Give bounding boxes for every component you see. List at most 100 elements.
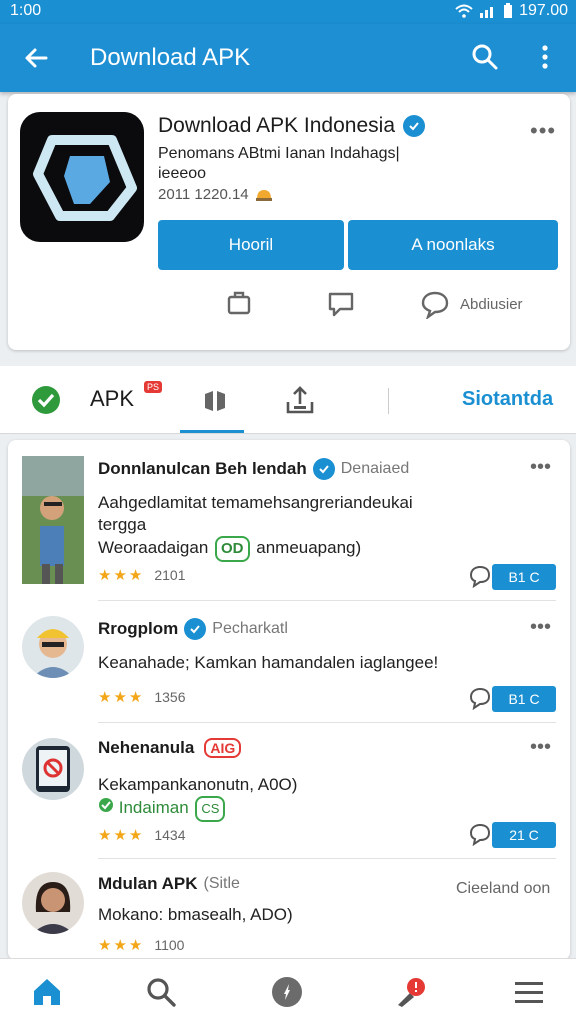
wifi-icon: [455, 4, 473, 18]
tab-divider: [388, 388, 389, 414]
star-rating: ★ ★ ★ 2101: [98, 566, 186, 584]
check-circle-icon[interactable]: [30, 384, 62, 416]
list-item[interactable]: Donnlanulcan Beh lendah Denaiaed ••• Aah…: [8, 440, 570, 602]
list-item[interactable]: Mdulan APK (Sitle Cieeland oon Mokano: b…: [8, 860, 570, 960]
tab-apk[interactable]: APK: [90, 386, 134, 412]
star-icon: ★: [98, 937, 112, 954]
item-body-line1: Mokano: bmasealh, ADO): [98, 905, 293, 924]
list-item[interactable]: Rrogplom Pecharkatl ••• Keanahade; Kamka…: [8, 602, 570, 724]
bottom-navigation: [0, 958, 576, 1024]
star-icon: ★: [128, 567, 143, 584]
avatar: [22, 738, 84, 800]
item-photo: [22, 456, 84, 584]
more-horizontal-icon[interactable]: •••: [530, 616, 551, 639]
divider: [98, 858, 556, 859]
item-body: Aahgedlamitat temamehsangreriandeukai te…: [98, 492, 438, 562]
comment-action-label: Abdiusier: [460, 295, 523, 313]
more-horizontal-icon[interactable]: •••: [530, 118, 556, 144]
item-title: Rrogplom Pecharkatl: [98, 618, 288, 640]
item-body-line1: Kekampankanonutn, A0O): [98, 775, 298, 794]
item-body-line1: Keanahade; Kamkan hamandalen iaglangee!: [98, 653, 439, 672]
item-subtitle: (Sitle: [203, 875, 240, 892]
star-icon: ★: [113, 937, 127, 954]
battery-level: 197.00: [519, 2, 568, 19]
menu-icon[interactable]: [512, 975, 546, 1009]
tab-active-indicator: [180, 430, 244, 433]
item-body-line1: Aahgedlamitat temamehsangreriandeukai: [98, 493, 413, 512]
star-icon: ★: [113, 689, 127, 706]
item-title: Mdulan APK (Sitle: [98, 874, 240, 894]
item-red-badge: AIG: [204, 738, 242, 758]
item-body-line3b: anmeuapang): [256, 538, 362, 557]
rating-count: 1356: [154, 689, 186, 705]
arrow-left-icon[interactable]: [20, 42, 52, 74]
app-logo-icon: [33, 135, 137, 221]
search-icon[interactable]: [470, 42, 500, 72]
reply-icon[interactable]: [468, 564, 492, 588]
install-button[interactable]: Hooril: [158, 220, 344, 270]
signal-icon: [480, 7, 494, 18]
verified-badge-icon: [403, 115, 425, 137]
app-name: Download APK Indonesia: [158, 114, 425, 138]
rating-count: 1434: [154, 827, 186, 843]
app-description-line2: ieeeoo: [158, 165, 207, 182]
home-icon[interactable]: [30, 975, 64, 1009]
divider: [98, 600, 556, 601]
chat-icon: [328, 292, 354, 317]
star-rating: ★ ★ ★ 1356: [98, 688, 186, 706]
app-description: Penomans ABtmi Ianan Indahags| ieeeoo: [158, 144, 468, 184]
tab-apk-badge: PS: [144, 381, 163, 393]
notification-icon[interactable]: [394, 975, 428, 1009]
app-name-text: Download APK Indonesia: [158, 114, 395, 137]
avatar: [22, 616, 84, 678]
share-action[interactable]: [224, 286, 254, 322]
reply-icon[interactable]: [468, 686, 492, 710]
verified-badge-icon: [312, 458, 335, 480]
star-icon: ★: [113, 567, 127, 584]
page-title: Download APK: [90, 44, 251, 71]
item-name: Rrogplom: [98, 619, 179, 638]
review-list: Donnlanulcan Beh lendah Denaiaed ••• Aah…: [8, 440, 570, 960]
star-icon: ★: [98, 567, 112, 584]
app-meta-text: 2011 1220.14: [158, 186, 249, 203]
app-bar: Download APK: [0, 24, 576, 92]
compass-icon[interactable]: [270, 975, 304, 1009]
app-meta: 2011 1220.14: [158, 186, 273, 203]
chat-action[interactable]: [326, 286, 356, 322]
item-body-line2-text: Indaiman: [118, 798, 189, 817]
helmet-icon: [255, 189, 272, 201]
share-icon: [227, 291, 251, 315]
reply-count-button[interactable]: B1 C: [492, 686, 556, 712]
item-body-line3: Weoraadaigan: [98, 538, 209, 557]
divider: [98, 722, 556, 723]
star-rating: ★ ★ ★ 1434: [98, 826, 186, 844]
item-subtitle: Pecharkatl: [212, 620, 288, 637]
more-horizontal-icon[interactable]: •••: [530, 736, 551, 759]
app-icon: [20, 112, 144, 242]
reply-count-button[interactable]: 21 C: [492, 822, 556, 848]
status-bar: 1:00 197.00: [0, 0, 576, 24]
item-green-badge: OD: [215, 536, 250, 562]
reply-icon[interactable]: [468, 822, 492, 846]
status-icons: 197.00: [455, 2, 568, 20]
tab-books-icon[interactable]: [200, 386, 230, 416]
tab-upload-icon[interactable]: [284, 384, 316, 416]
checkmark-icon: [99, 798, 113, 812]
avatar: [22, 872, 84, 934]
item-title: Nehenanula AIG: [98, 738, 242, 758]
tab-right[interactable]: Siotantda: [462, 388, 553, 411]
search-icon[interactable]: [144, 975, 178, 1009]
star-rating: ★ ★ ★ 1100: [98, 936, 184, 954]
rating-count: 2101: [154, 567, 186, 583]
item-green-badge: CS: [195, 796, 226, 822]
star-icon: ★: [113, 827, 127, 844]
item-body-line2: tergga: [98, 515, 147, 534]
more-vertical-icon[interactable]: [532, 42, 558, 72]
comment-action[interactable]: Abdiusier: [420, 286, 523, 322]
battery-icon: [504, 3, 513, 18]
star-icon: ★: [128, 827, 143, 844]
download-button[interactable]: A noonlaks: [348, 220, 558, 270]
more-horizontal-icon[interactable]: •••: [530, 456, 551, 479]
list-item[interactable]: Nehenanula AIG ••• Kekampankanonutn, A0O…: [8, 724, 570, 860]
reply-count-button[interactable]: B1 C: [492, 564, 556, 590]
